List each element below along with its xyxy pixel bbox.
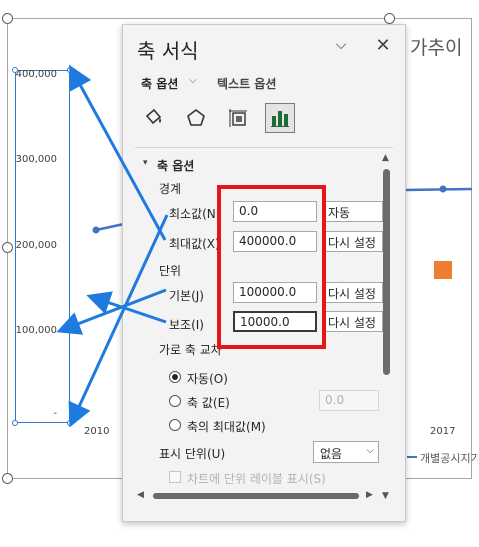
arrow-max-to-axis-top [69,64,167,241]
arrow-major-to-gridline [56,288,167,335]
annotation-arrows [56,64,169,428]
